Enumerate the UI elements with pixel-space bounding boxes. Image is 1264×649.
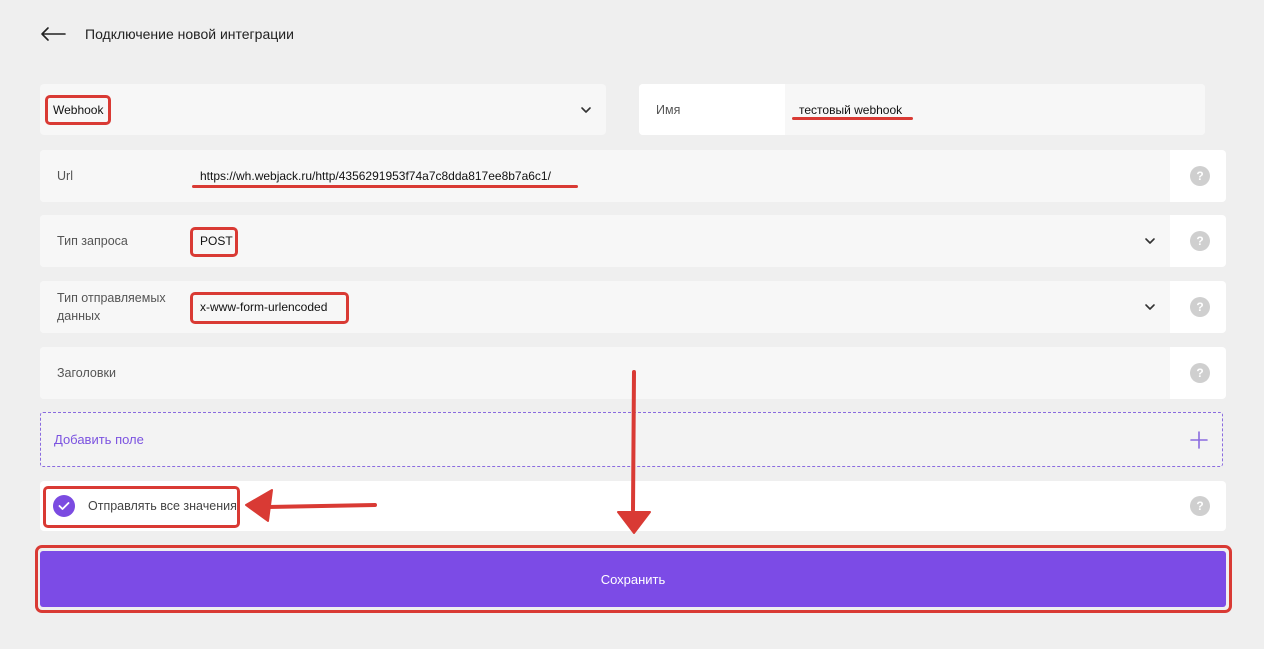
integration-type-value: Webhook xyxy=(53,102,104,117)
headers-field-input[interactable] xyxy=(186,347,1170,399)
annotation-underline xyxy=(792,117,913,120)
request-type-value: POST xyxy=(200,234,233,248)
help-icon[interactable]: ? xyxy=(1190,363,1210,383)
name-field-input[interactable]: тестовый webhook xyxy=(785,84,1205,135)
chevron-down-icon xyxy=(581,106,591,113)
plus-icon xyxy=(1190,431,1208,449)
data-type-label: Тип отправляемых данных xyxy=(40,281,186,333)
integration-type-select[interactable]: Webhook xyxy=(40,84,606,135)
url-field-row: Url https://wh.webjack.ru/http/435629195… xyxy=(40,150,1226,202)
request-type-label: Тип запроса xyxy=(40,215,186,267)
data-type-select[interactable]: x-www-form-urlencoded xyxy=(186,281,1170,333)
name-field-row: Имя тестовый webhook xyxy=(639,84,1205,135)
help-icon[interactable]: ? xyxy=(1190,496,1210,516)
send-all-row: Отправлять все значения ? xyxy=(40,481,1226,531)
chevron-down-icon xyxy=(1145,238,1155,244)
help-icon[interactable]: ? xyxy=(1190,297,1210,317)
name-field-label: Имя xyxy=(639,84,785,135)
add-field-button[interactable]: Добавить поле xyxy=(40,412,1223,467)
page-header: Подключение новой интеграции xyxy=(40,20,294,48)
data-type-value: x-www-form-urlencoded xyxy=(200,300,328,314)
url-field-label: Url xyxy=(40,150,186,202)
check-icon xyxy=(58,502,70,510)
data-type-row: Тип отправляемых данных x-www-form-urlen… xyxy=(40,281,1226,333)
headers-field-label: Заголовки xyxy=(40,347,186,399)
page-title: Подключение новой интеграции xyxy=(85,26,294,42)
chevron-down-icon xyxy=(1145,304,1155,310)
back-button[interactable] xyxy=(40,20,68,48)
request-type-select[interactable]: POST xyxy=(186,215,1170,267)
help-icon[interactable]: ? xyxy=(1190,231,1210,251)
annotation-underline xyxy=(192,185,578,188)
send-all-checkbox[interactable] xyxy=(53,495,75,517)
headers-field-row: Заголовки ? xyxy=(40,347,1226,399)
send-all-label: Отправлять все значения xyxy=(88,499,237,513)
add-field-label: Добавить поле xyxy=(54,432,144,447)
help-icon[interactable]: ? xyxy=(1190,166,1210,186)
request-type-row: Тип запроса POST ? xyxy=(40,215,1226,267)
arrow-left-icon xyxy=(41,27,66,41)
save-button[interactable]: Сохранить xyxy=(40,551,1226,607)
url-field-input[interactable]: https://wh.webjack.ru/http/4356291953f74… xyxy=(186,150,1170,202)
